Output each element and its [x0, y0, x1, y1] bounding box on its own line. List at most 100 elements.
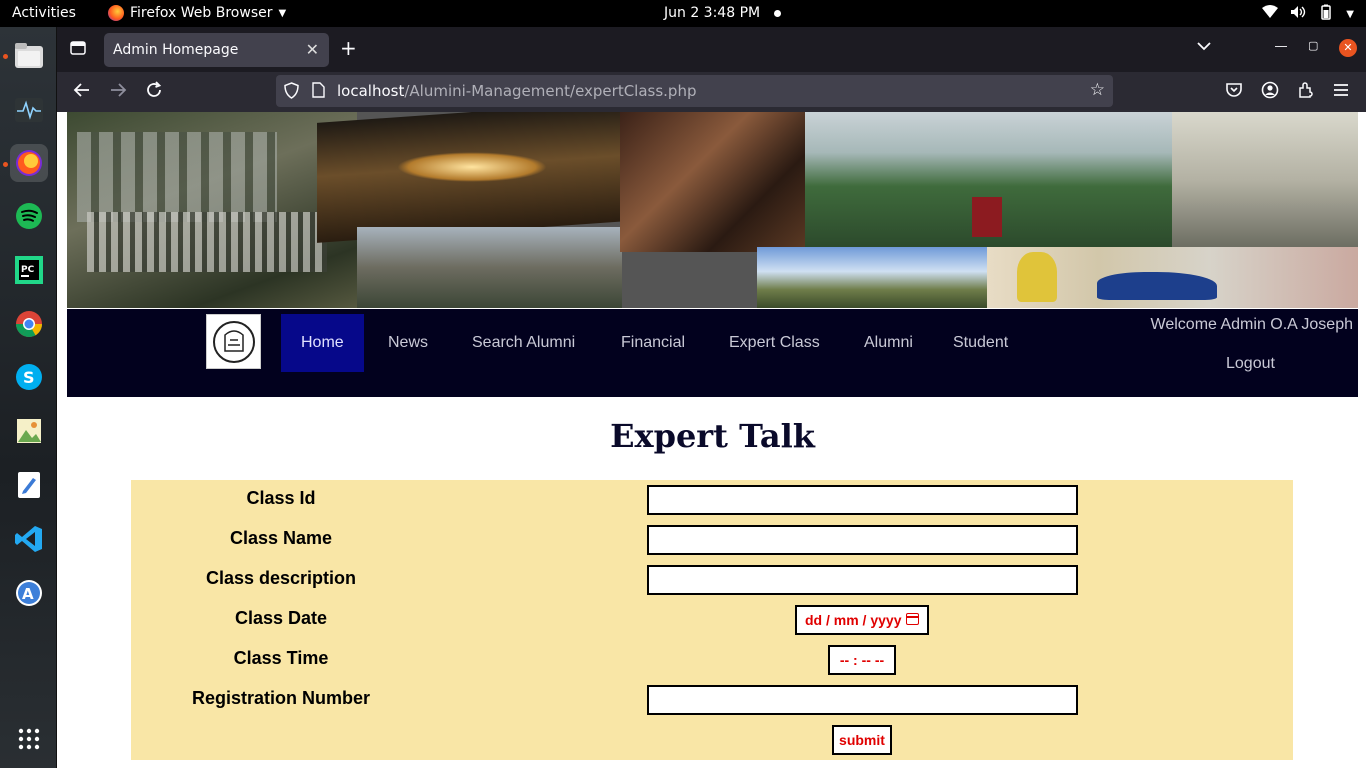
web-page: Home News Search Alumni Financial Expert…: [57, 112, 1366, 768]
notification-dot: [774, 10, 781, 17]
account-icon[interactable]: [1261, 81, 1279, 104]
window-close-icon[interactable]: ✕: [1339, 39, 1357, 57]
tab-bar: Admin Homepage ✕ + ― ▢ ✕: [57, 27, 1366, 72]
nav-financial[interactable]: Financial: [601, 314, 705, 372]
college-building-photo: [357, 227, 622, 308]
list-all-tabs-icon[interactable]: [1197, 39, 1211, 55]
nav-student[interactable]: Student: [933, 314, 1028, 372]
class-name-label: Class Name: [229, 528, 333, 548]
svg-text:S: S: [23, 368, 35, 387]
dock: PC S A: [0, 27, 57, 768]
pocket-icon[interactable]: [1225, 81, 1243, 104]
svg-text:A: A: [22, 585, 34, 603]
chrome-icon[interactable]: [10, 305, 48, 343]
nav-alumni[interactable]: Alumni: [844, 314, 933, 372]
class-description-input[interactable]: [647, 565, 1078, 595]
address-bar[interactable]: localhost/Alumini-Management/expertClass…: [276, 75, 1113, 107]
class-description-label: Class description: [205, 568, 357, 588]
app-menu[interactable]: Firefox Web Browser ▼: [108, 5, 286, 21]
form-row-class-time: Class Time -- : -- --: [131, 640, 1293, 680]
registration-number-label: Registration Number: [191, 688, 371, 708]
reload-icon[interactable]: [145, 81, 163, 104]
blue-car-art: [1097, 272, 1217, 300]
form-row-class-description: Class description: [131, 560, 1293, 600]
bookmark-star-icon[interactable]: ☆: [1090, 80, 1105, 100]
yellow-character-art: [1017, 252, 1057, 302]
firefox-icon[interactable]: [10, 144, 48, 182]
class-date-input[interactable]: dd / mm / yyyy: [795, 605, 929, 635]
app-grid-icon[interactable]: [10, 720, 48, 758]
minimize-icon[interactable]: ―: [1275, 39, 1287, 53]
form-row-submit: submit: [131, 720, 1293, 760]
software-center-icon[interactable]: A: [10, 574, 48, 612]
spotify-icon[interactable]: [10, 197, 48, 235]
system-tray[interactable]: ▼: [1262, 4, 1354, 24]
firefox-view-icon[interactable]: [70, 40, 86, 60]
festival-crowd-photo: [620, 112, 805, 252]
running-indicator: [3, 54, 8, 59]
vscode-icon[interactable]: [10, 520, 48, 558]
stage-lights: [397, 152, 547, 182]
welcome-message: Welcome Admin O.A Joseph: [1150, 316, 1353, 333]
umbrella-person: [972, 197, 1002, 237]
nav-news[interactable]: News: [368, 314, 448, 372]
tracking-protection-shield-icon[interactable]: [284, 82, 299, 103]
new-tab-icon[interactable]: +: [340, 36, 357, 60]
class-name-input[interactable]: [647, 525, 1078, 555]
wifi-icon: [1262, 5, 1279, 23]
extensions-icon[interactable]: [1297, 81, 1315, 104]
expert-class-form: Class Id Class Name Class description Cl…: [131, 480, 1293, 760]
battery-icon: [1318, 4, 1334, 24]
students-group-photo: [87, 212, 327, 272]
form-row-registration-number: Registration Number: [131, 680, 1293, 720]
close-tab-icon[interactable]: ✕: [306, 40, 319, 59]
logout-link[interactable]: Logout: [1226, 355, 1275, 373]
url-text[interactable]: localhost/Alumini-Management/expertClass…: [337, 82, 697, 100]
skype-icon[interactable]: S: [10, 358, 48, 396]
url-host: localhost: [337, 82, 405, 100]
hamburger-menu-icon[interactable]: [1333, 81, 1349, 102]
activities-button[interactable]: Activities: [12, 5, 76, 21]
form-row-class-id: Class Id: [131, 480, 1293, 520]
page-title: Expert Talk: [610, 417, 815, 455]
nav-expert-class[interactable]: Expert Class: [709, 314, 840, 372]
calendar-icon[interactable]: [906, 613, 919, 625]
system-top-bar: Activities Firefox Web Browser ▼ Jun 2 3…: [0, 0, 1366, 27]
text-editor-icon[interactable]: [10, 466, 48, 504]
college-logo: [206, 314, 261, 369]
image-viewer-icon[interactable]: [10, 412, 48, 450]
class-time-label: Class Time: [233, 648, 329, 668]
pycharm-icon[interactable]: PC: [10, 251, 48, 289]
campus-photo-collage-banner: [67, 112, 1358, 308]
building-facade-photo: [77, 132, 277, 222]
date-placeholder: dd / mm / yyyy: [805, 612, 902, 628]
nav-home[interactable]: Home: [281, 314, 364, 372]
tab-title: Admin Homepage: [113, 42, 239, 58]
class-date-label: Class Date: [234, 608, 328, 628]
class-time-input[interactable]: -- : -- --: [828, 645, 896, 675]
submit-button[interactable]: submit: [832, 725, 892, 755]
form-row-class-date: Class Date dd / mm / yyyy: [131, 600, 1293, 640]
form-row-class-name: Class Name: [131, 520, 1293, 560]
class-id-label: Class Id: [246, 488, 316, 508]
registration-number-input[interactable]: [647, 685, 1078, 715]
app-menu-label: Firefox Web Browser: [130, 5, 273, 21]
tab-admin-homepage[interactable]: Admin Homepage ✕: [104, 33, 329, 67]
maximize-icon[interactable]: ▢: [1308, 39, 1318, 52]
running-indicator: [3, 162, 8, 167]
page-info-icon[interactable]: [312, 82, 325, 102]
nav-search-alumni[interactable]: Search Alumni: [452, 314, 595, 372]
firefox-window: Admin Homepage ✕ + ― ▢ ✕ localhost/Alumi…: [57, 27, 1366, 768]
site-navigation: Home News Search Alumni Financial Expert…: [67, 309, 1358, 397]
navigation-toolbar: localhost/Alumini-Management/expertClass…: [57, 72, 1366, 112]
url-path: /Alumini-Management/expertClass.php: [404, 82, 697, 100]
back-icon[interactable]: [73, 81, 91, 104]
forward-icon[interactable]: [109, 81, 127, 104]
class-id-input[interactable]: [647, 485, 1078, 515]
caret-down-icon: ▼: [278, 7, 287, 19]
campus-sky-building-photo: [757, 247, 987, 308]
system-monitor-icon[interactable]: [10, 91, 48, 129]
clock[interactable]: Jun 2 3:48 PM: [664, 5, 760, 21]
svg-text:PC: PC: [21, 265, 35, 275]
files-icon[interactable]: [10, 37, 48, 75]
